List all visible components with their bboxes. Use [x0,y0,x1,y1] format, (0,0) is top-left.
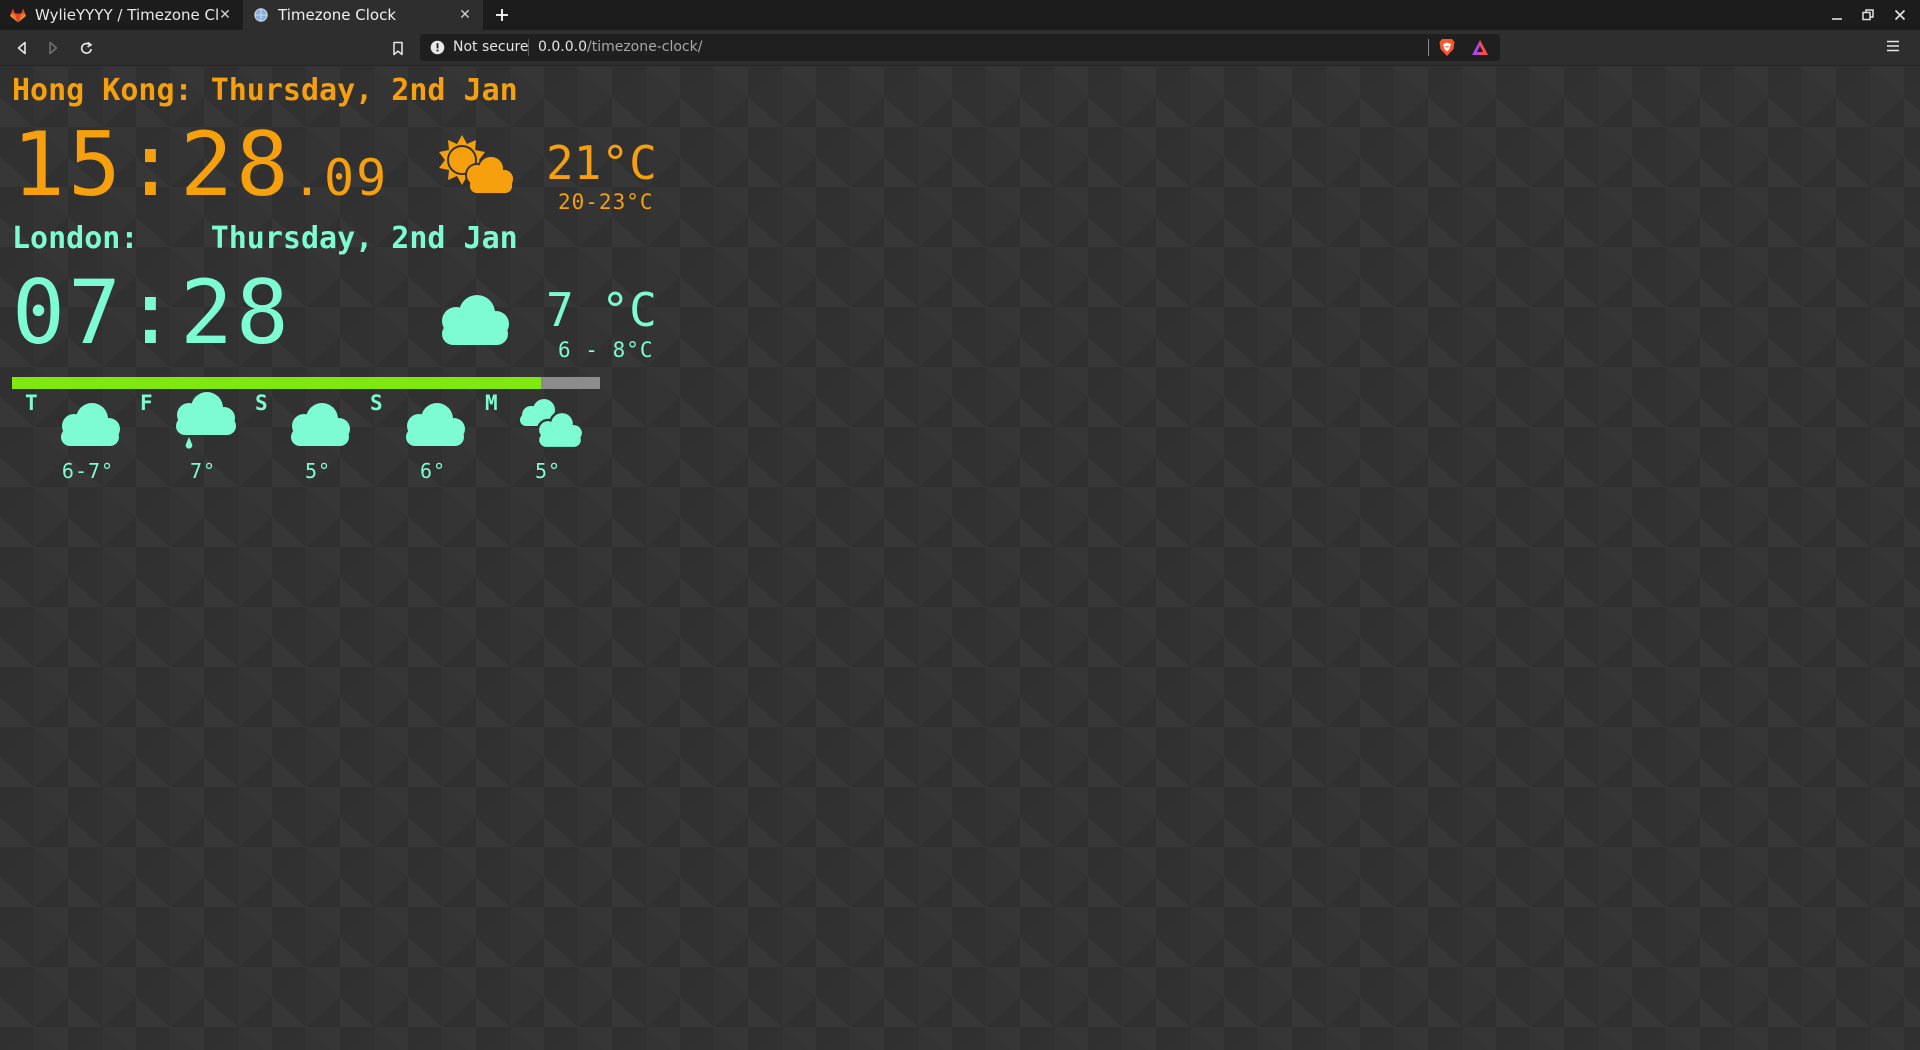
url-host: 0.0.0.0 [538,39,587,55]
info-icon[interactable] [430,40,445,55]
restore-icon[interactable] [1855,3,1881,27]
hong-kong-header: Hong Kong: Thursday, 2nd Jan [12,73,518,108]
tab-bar: WylieYYYY / Timezone Clock ✕ Timezone Cl… [0,0,1920,30]
address-bar[interactable]: Not secure 0.0.0.0/timezone-clock/ [420,34,1500,61]
london-header: London: Thursday, 2nd Jan [12,221,518,256]
browser-toolbar: Not secure 0.0.0.0/timezone-clock/ [0,30,1920,66]
forecast-day: S 6° [357,390,473,490]
forward-button[interactable] [41,36,65,60]
london-temp-range: 6 - 8°C [558,338,654,362]
two-clouds-icon [514,398,586,454]
day-progress-fill [12,377,542,389]
forecast-day: S 5° [242,390,358,490]
forecast-day: M 5° [472,390,588,490]
forecast-temperature: 5° [534,459,562,483]
london-time: 07:28 [12,261,292,364]
url-divider [1428,39,1429,56]
hong-kong-temperature: 21°C [546,136,657,190]
tab-title: Timezone Clock [278,6,397,24]
hong-kong-clock: 15:28.09 [12,121,388,209]
hong-kong-date: Thursday, 2nd Jan [210,73,518,108]
forecast-day-letter: S [370,391,383,415]
bookmark-button[interactable] [386,36,410,60]
hong-kong-seconds: .09 [291,149,389,207]
forecast-day-letter: F [140,391,153,415]
forecast-day: T 6-7° [12,390,128,490]
close-window-icon[interactable] [1887,3,1913,27]
url-path: /timezone-clock/ [586,39,703,55]
london-date: Thursday, 2nd Jan [210,221,518,256]
cloud-rain-icon [169,391,241,453]
forecast-day: F 7° [127,390,243,490]
back-button[interactable] [10,36,34,60]
globe-icon [253,7,269,23]
minimize-icon[interactable] [1824,3,1850,27]
tab-gitlab[interactable]: WylieYYYY / Timezone Clock ✕ [0,0,243,30]
hong-kong-temp-range: 20-23°C [558,190,654,214]
new-tab-button[interactable] [490,3,514,27]
hong-kong-time: 15:28 [12,113,292,216]
url-text[interactable]: 0.0.0.0/timezone-clock/ [538,39,702,55]
close-icon[interactable]: ✕ [455,5,475,25]
menu-icon[interactable] [1885,38,1907,58]
tab-title: WylieYYYY / Timezone Clock [35,6,219,24]
partly-cloudy-sun-icon [434,133,516,201]
reload-button[interactable] [74,36,98,60]
cloud-icon [434,293,514,351]
forecast-day-letter: S [255,391,268,415]
forecast-day-letter: M [485,391,498,415]
forecast-day-letter: T [25,391,38,415]
brave-rewards-icon[interactable] [1471,39,1489,56]
london-temperature: 7 °C [546,283,657,337]
cloud-icon [284,402,354,452]
close-icon[interactable]: ✕ [215,5,235,25]
brave-shields-icon[interactable] [1438,38,1456,57]
security-label[interactable]: Not secure [453,39,529,55]
page-content: Hong Kong: Thursday, 2nd Jan 15:28.09 21… [0,67,1920,1050]
hong-kong-label: Hong Kong: [12,73,193,108]
cloud-icon [54,402,124,452]
cloud-icon [399,402,469,452]
url-divider [528,39,529,56]
london-clock: 07:28 [12,269,292,357]
day-progress-bar [12,377,600,389]
tab-timezone-clock[interactable]: Timezone Clock ✕ [243,0,483,30]
london-label: London: [12,221,139,256]
gitlab-icon [10,7,26,23]
